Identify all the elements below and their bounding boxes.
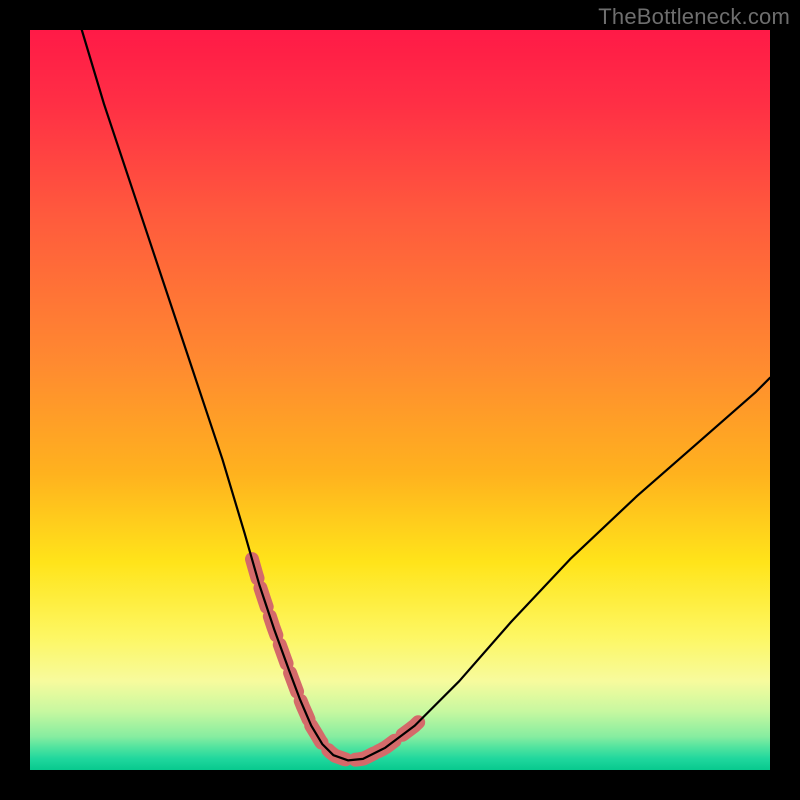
highlight-left <box>252 559 311 726</box>
plot-area <box>30 30 770 770</box>
watermark-text: TheBottleneck.com <box>598 4 790 30</box>
chart-stage: TheBottleneck.com <box>0 0 800 800</box>
curve-svg <box>30 30 770 770</box>
bottleneck-curve <box>82 30 770 760</box>
